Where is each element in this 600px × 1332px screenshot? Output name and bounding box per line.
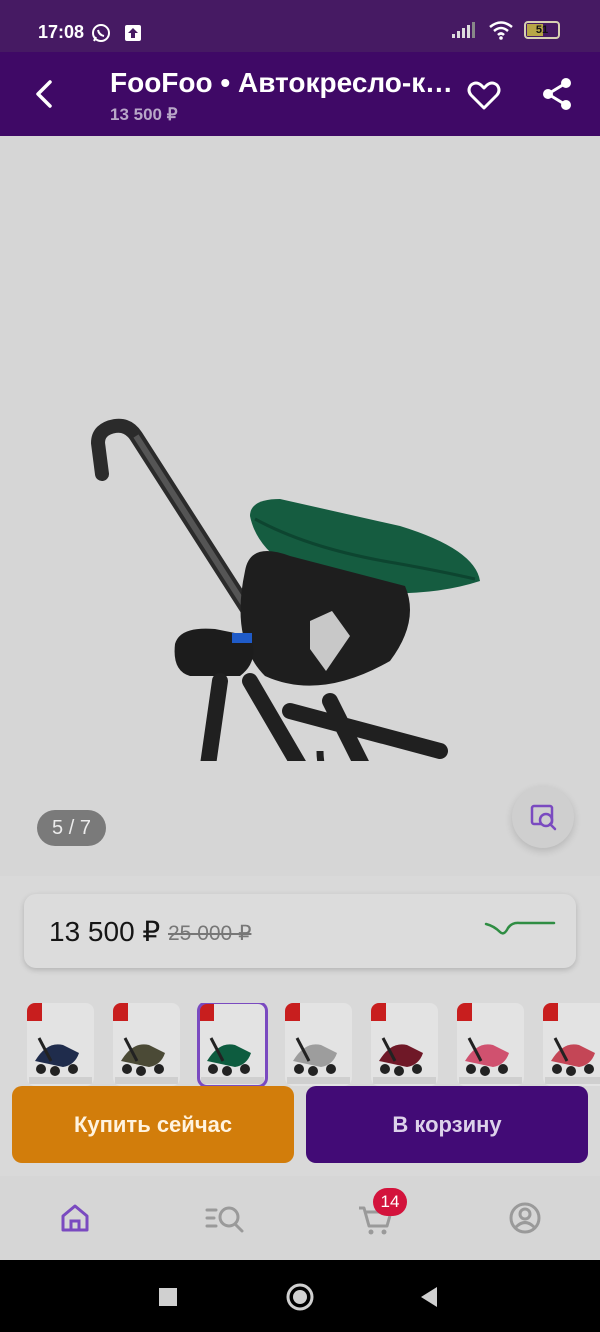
catalog-search-icon	[205, 1206, 244, 1233]
wifi-icon	[489, 21, 513, 40]
current-price: 13 500 ₽	[49, 916, 161, 947]
profile-icon	[509, 1202, 541, 1234]
share-button[interactable]	[536, 74, 578, 116]
cart-count-badge: 14	[373, 1188, 407, 1216]
product-image-gallery[interactable]: 5 / 7	[0, 136, 600, 876]
tab-profile[interactable]	[501, 1194, 549, 1242]
thumbnail-image	[27, 1003, 94, 1086]
product-thumbnail[interactable]	[543, 1003, 600, 1086]
thumbnail-image	[113, 1003, 180, 1086]
image-counter: 5 / 7	[37, 810, 106, 846]
page-title: FooFoo • Автокресло-коляска	[110, 67, 455, 98]
home-icon	[61, 1204, 89, 1232]
triangle-back-icon	[421, 1287, 437, 1307]
product-thumbnail[interactable]	[457, 1003, 524, 1086]
old-price: 25 000 ₽	[168, 922, 252, 945]
status-bar: 17:08 51	[0, 0, 600, 52]
thumbnail-image	[457, 1003, 524, 1086]
back-button[interactable]	[26, 74, 66, 114]
circle-icon	[286, 1283, 314, 1311]
bottom-actions: Купить сейчас В корзину	[0, 1086, 600, 1176]
square-icon	[159, 1288, 177, 1306]
tab-catalog[interactable]	[201, 1194, 249, 1242]
favorite-button[interactable]	[463, 74, 505, 116]
product-thumbnail[interactable]	[27, 1003, 94, 1086]
share-icon	[543, 78, 571, 110]
visual-search-button[interactable]	[512, 786, 574, 848]
thumbnail-image	[285, 1003, 352, 1086]
thumbnail-image	[543, 1003, 600, 1086]
product-image-car-seat-stroller	[90, 418, 480, 761]
heart-icon	[467, 81, 501, 110]
back-system-button[interactable]	[413, 1280, 447, 1314]
signal-icon	[452, 22, 475, 38]
thumbnail-image	[199, 1003, 266, 1086]
product-thumbnail[interactable]	[197, 1003, 268, 1086]
status-time: 17:08	[38, 22, 85, 42]
battery-level: 51	[535, 24, 549, 36]
upload-icon	[125, 25, 141, 41]
chevron-left-icon	[36, 80, 52, 108]
product-thumbnail[interactable]	[285, 1003, 352, 1086]
thumbnail-image	[371, 1003, 438, 1086]
app-bar: FooFoo • Автокресло-коляска 13 500 ₽	[0, 52, 600, 136]
tab-home[interactable]	[51, 1194, 99, 1242]
tab-bar: 14	[0, 1176, 600, 1260]
recents-button[interactable]	[151, 1280, 185, 1314]
system-navigation-bar	[0, 1260, 600, 1332]
image-search-icon	[530, 804, 557, 831]
product-thumbnail[interactable]	[113, 1003, 180, 1086]
add-to-cart-button[interactable]: В корзину	[306, 1086, 588, 1163]
thumbnail-strip[interactable]	[0, 1003, 600, 1086]
product-thumbnail[interactable]	[371, 1003, 438, 1086]
status-right-icons: 51	[450, 20, 560, 40]
buy-now-button[interactable]: Купить сейчас	[12, 1086, 294, 1163]
battery-icon: 51	[524, 21, 560, 39]
status-left-icons	[90, 22, 144, 44]
page-subtitle-price: 13 500 ₽	[110, 105, 178, 124]
price-card[interactable]: 13 500 ₽ 25 000 ₽	[24, 894, 576, 968]
whatsapp-icon	[92, 24, 110, 42]
price-trend-icon	[484, 921, 556, 935]
home-system-button[interactable]	[283, 1280, 317, 1314]
